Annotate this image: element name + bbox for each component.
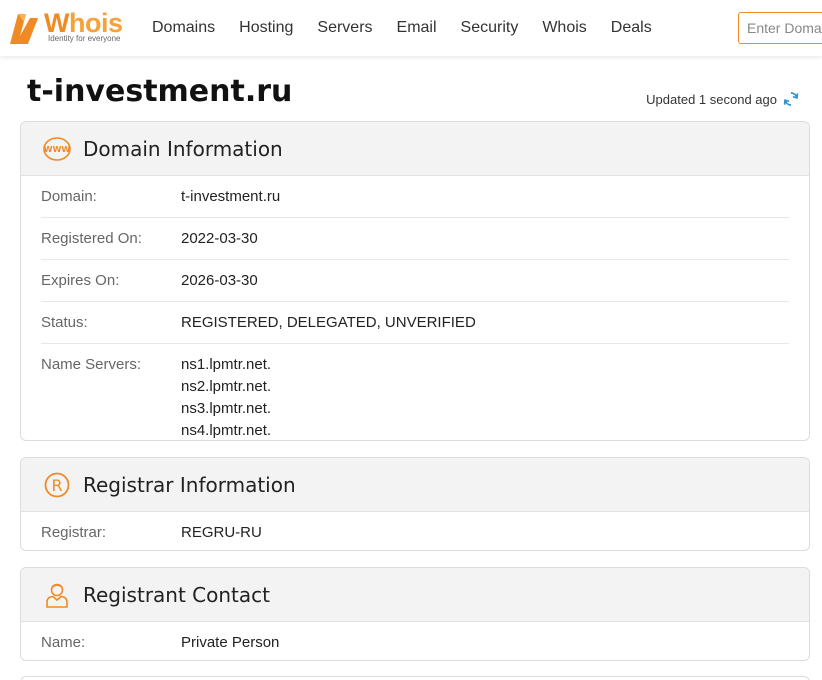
nav-servers[interactable]: Servers [317, 19, 372, 37]
refresh-icon[interactable] [782, 90, 800, 108]
row-label: Domain: [41, 188, 97, 205]
whois-logo[interactable]: Whois Identity for everyone [4, 8, 128, 48]
nav-deals[interactable]: Deals [611, 19, 652, 37]
row-value: 2022-03-30 [181, 230, 258, 247]
page-title: t-investment.ru [27, 74, 293, 109]
main-nav: Domains Hosting Servers Email Security W… [140, 0, 664, 56]
row-registrar: Registrar: REGRU-RU [41, 512, 789, 550]
registered-icon: R [41, 469, 73, 501]
person-icon [41, 579, 73, 611]
row-name-servers: Name Servers: ns1.lpmtr.net. ns2.lpmtr.n… [41, 344, 789, 440]
row-label: Name Servers: [41, 356, 142, 373]
row-value: ns1.lpmtr.net. ns2.lpmtr.net. ns3.lpmtr.… [181, 354, 789, 440]
site-header: Whois Identity for everyone Domains Host… [0, 0, 822, 56]
registrar-information-title: Registrar Information [83, 472, 296, 497]
search-input[interactable] [738, 12, 822, 44]
registrar-information-header: R Registrar Information [21, 458, 809, 512]
nav-security[interactable]: Security [461, 19, 519, 37]
row-label: Name: [41, 634, 86, 651]
registrant-contact-body: Name: Private Person [21, 622, 809, 660]
nav-domains[interactable]: Domains [152, 19, 215, 37]
name-server: ns1.lpmtr.net. [181, 356, 272, 373]
logo-tagline: Identity for everyone [48, 34, 121, 43]
registrar-information-card: R Registrar Information Registrar: REGRU… [20, 457, 810, 551]
row-name: Name: Private Person [41, 622, 789, 660]
row-domain: Domain: t-investment.ru [41, 176, 789, 218]
row-value: REGISTERED, DELEGATED, UNVERIFIED [181, 314, 476, 331]
row-label: Expires On: [41, 272, 120, 289]
registrar-information-body: Registrar: REGRU-RU [21, 512, 809, 550]
name-server: ns2.lpmtr.net. [181, 378, 272, 395]
row-value: Private Person [181, 634, 280, 651]
row-expires-on: Expires On: 2026-03-30 [41, 260, 789, 302]
nav-hosting[interactable]: Hosting [239, 19, 293, 37]
svg-text:R: R [51, 476, 62, 495]
domain-information-card: WWW Domain Information Domain: t-investm… [20, 121, 810, 441]
row-label: Status: [41, 314, 88, 331]
row-status: Status: REGISTERED, DELEGATED, UNVERIFIE… [41, 302, 789, 344]
name-server: ns4.lpmtr.net. [181, 422, 272, 439]
domain-information-body: Domain: t-investment.ru Registered On: 2… [21, 176, 809, 440]
row-value: REGRU-RU [181, 524, 262, 541]
registrant-contact-header: Registrant Contact [21, 568, 809, 622]
nav-email[interactable]: Email [397, 19, 437, 37]
row-registered-on: Registered On: 2022-03-30 [41, 218, 789, 260]
row-label: Registrar: [41, 524, 107, 541]
row-value: 2026-03-30 [181, 272, 258, 289]
nav-whois[interactable]: Whois [542, 19, 586, 37]
updated-status: Updated 1 second ago [646, 90, 800, 108]
logo-mark-icon [10, 14, 38, 44]
next-card [20, 676, 810, 680]
updated-text: Updated 1 second ago [646, 91, 777, 107]
registrant-contact-title: Registrant Contact [83, 582, 270, 607]
domain-information-title: Domain Information [83, 136, 283, 161]
www-globe-icon: WWW [41, 133, 73, 165]
domain-information-header: WWW Domain Information [21, 122, 809, 176]
row-label: Registered On: [41, 230, 142, 247]
registrant-contact-card: Registrant Contact Name: Private Person [20, 567, 810, 661]
svg-text:WWW: WWW [44, 145, 71, 154]
name-server: ns3.lpmtr.net. [181, 400, 272, 417]
row-value: t-investment.ru [181, 188, 281, 205]
